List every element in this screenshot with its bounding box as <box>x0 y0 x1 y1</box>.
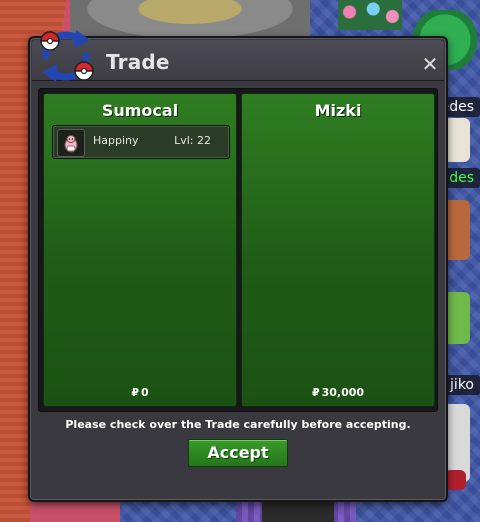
window-title: Trade <box>106 50 170 74</box>
offered-money: ₽0 <box>44 386 236 399</box>
trade-notice: Please check over the Trade carefully be… <box>65 418 411 431</box>
trade-swap-icon <box>40 30 94 82</box>
pokemon-name: Happiny <box>93 134 139 147</box>
player-name: Sumocal <box>101 101 179 120</box>
money-amount: 0 <box>141 386 149 399</box>
offer-panel-self: Sumocal Happiny Lvl: 22 ₽0 <box>43 93 237 407</box>
happiny-icon <box>57 129 85 157</box>
trade-window: Trade ✕ Sumocal Happiny Lvl: 22 ₽0 Mizki… <box>28 36 448 502</box>
player-name: Mizki <box>314 101 362 120</box>
currency-symbol: ₽ <box>131 386 139 399</box>
offered-pokemon-row[interactable]: Happiny Lvl: 22 <box>52 125 230 159</box>
money-amount: 30,000 <box>321 386 365 399</box>
close-button[interactable]: ✕ <box>418 52 442 76</box>
accept-button[interactable]: Accept <box>188 439 288 467</box>
player-nametag: jiko <box>444 375 480 395</box>
player-nametag: des <box>443 168 480 188</box>
currency-symbol: ₽ <box>311 386 320 399</box>
flower-bed <box>338 0 402 30</box>
pokemon-level: Lvl: 22 <box>174 134 211 147</box>
offer-panel-partner: Mizki ₽30,000 <box>241 93 435 407</box>
offered-money: ₽30,000 <box>242 386 434 399</box>
